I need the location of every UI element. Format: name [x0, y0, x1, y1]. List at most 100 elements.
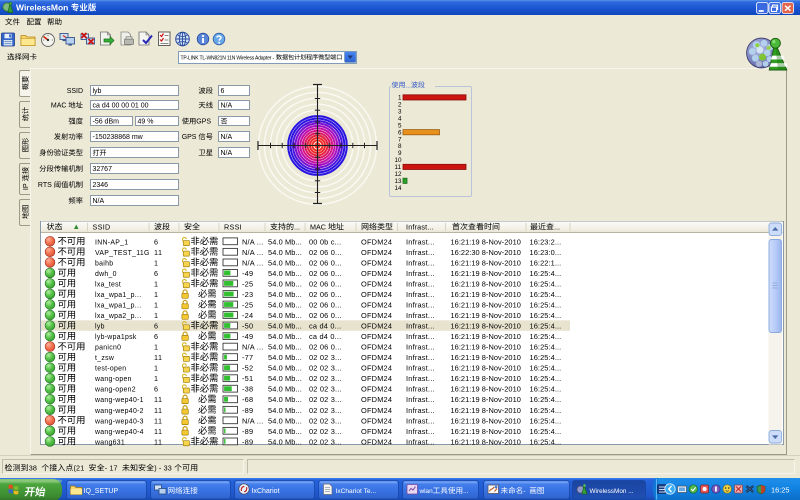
- svg-text:1: 1: [154, 364, 159, 373]
- svg-text:t_zsw: t_zsw: [95, 355, 114, 362]
- svg-text:16:25:4...: 16:25:4...: [530, 406, 562, 415]
- svg-text:Infrast...: Infrast...: [406, 290, 435, 299]
- svg-text:1: 1: [154, 343, 159, 352]
- svg-text:16:25:4...: 16:25:4...: [530, 385, 562, 394]
- svg-text:6: 6: [154, 237, 159, 246]
- svg-text:OFDM24: OFDM24: [361, 301, 392, 310]
- svg-text:6: 6: [154, 332, 159, 341]
- svg-text:16:25:4...: 16:25:4...: [530, 322, 562, 331]
- svg-text:16:25:4...: 16:25:4...: [530, 290, 562, 299]
- svg-text:1: 1: [154, 374, 159, 383]
- svg-text:54.0 Mb...: 54.0 Mb...: [268, 322, 302, 331]
- svg-text:16:21:19 8-Nov-2010: 16:21:19 8-Nov-2010: [451, 395, 521, 404]
- svg-text:02 02 3...: 02 02 3...: [309, 385, 342, 394]
- svg-text:OFDM24: OFDM24: [361, 269, 392, 278]
- svg-text:16:21:19 8-Nov-2010: 16:21:19 8-Nov-2010: [451, 237, 521, 246]
- svg-text:16:21:19 8-Nov-2010: 16:21:19 8-Nov-2010: [451, 269, 521, 278]
- svg-text:INN-AP_1: INN-AP_1: [95, 239, 128, 246]
- svg-text:16:25: 16:25: [771, 485, 790, 494]
- svg-text:54.0 Mb...: 54.0 Mb...: [268, 395, 302, 404]
- svg-text:54.0 Mb...: 54.0 Mb...: [268, 353, 302, 362]
- svg-text:16:21:19 8-Nov-2010: 16:21:19 8-Nov-2010: [451, 332, 521, 341]
- svg-text:11: 11: [395, 164, 402, 171]
- svg-text:test-open: test-open: [95, 366, 126, 373]
- svg-text:SSID: SSID: [67, 88, 83, 95]
- svg-text:RSSI: RSSI: [224, 223, 242, 232]
- svg-text:54.0 Mb...: 54.0 Mb...: [268, 237, 302, 246]
- svg-text:02 06 0...: 02 06 0...: [309, 311, 342, 320]
- svg-text:OFDM24: OFDM24: [361, 237, 392, 246]
- svg-text:wang-wep40-2: wang-wep40-2: [94, 408, 144, 415]
- svg-text:16:25:4...: 16:25:4...: [530, 427, 562, 436]
- svg-text:VAP_TEST_11G: VAP_TEST_11G: [95, 250, 150, 257]
- svg-text:wlan: wlan: [419, 488, 434, 495]
- svg-text:11: 11: [154, 395, 162, 404]
- svg-text:02 02 3...: 02 02 3...: [309, 374, 342, 383]
- svg-text:...: ...: [463, 488, 469, 495]
- svg-text:1: 1: [154, 301, 159, 310]
- svg-text:-50: -50: [242, 322, 253, 331]
- svg-text:lxa_wpa1_p...: lxa_wpa1_p...: [95, 303, 141, 310]
- svg-text:N/A: N/A: [221, 103, 233, 110]
- svg-text:-77: -77: [242, 353, 253, 362]
- svg-text:16:21:19 8-Nov-2010: 16:21:19 8-Nov-2010: [451, 311, 521, 320]
- svg-text:14: 14: [395, 185, 403, 192]
- svg-text:IP: IP: [21, 183, 30, 190]
- svg-text:OFDM24: OFDM24: [361, 332, 392, 341]
- svg-text:-24: -24: [242, 311, 253, 320]
- svg-text:N/A: N/A: [93, 198, 105, 205]
- svg-text:Infrast...: Infrast...: [406, 258, 435, 267]
- svg-text:lxa_wpa1_p...: lxa_wpa1_p...: [95, 292, 141, 299]
- svg-text:N/A: N/A: [221, 134, 233, 141]
- svg-text:54.0 Mb...: 54.0 Mb...: [268, 427, 302, 436]
- svg-text:54.0 Mb...: 54.0 Mb...: [268, 374, 302, 383]
- svg-text:9: 9: [398, 150, 402, 157]
- svg-text:54.0 Mb...: 54.0 Mb...: [268, 248, 302, 257]
- svg-text:-49: -49: [242, 269, 253, 278]
- svg-text:16:25:4...: 16:25:4...: [530, 269, 562, 278]
- svg-text:GPS: GPS: [182, 134, 197, 141]
- svg-text:16:21:19 8-Nov-2010: 16:21:19 8-Nov-2010: [451, 258, 521, 267]
- svg-text:11: 11: [154, 353, 162, 362]
- svg-text:SSID: SSID: [93, 223, 111, 232]
- svg-text:N/A ...: N/A ...: [242, 416, 264, 425]
- svg-text:Infrast...: Infrast...: [406, 374, 435, 383]
- svg-text:- 17: - 17: [105, 464, 118, 473]
- svg-text:OFDM24: OFDM24: [361, 385, 392, 394]
- svg-text:16:21:19 8-Nov-2010: 16:21:19 8-Nov-2010: [451, 301, 521, 310]
- svg-text:WirelessMon: WirelessMon: [16, 3, 68, 13]
- svg-text:ca d4 0...: ca d4 0...: [309, 322, 341, 331]
- svg-text:IxChariot: IxChariot: [252, 488, 280, 495]
- svg-text:16:25:4...: 16:25:4...: [530, 311, 562, 320]
- svg-text:16:22:1...: 16:22:1...: [530, 258, 562, 267]
- svg-text:IxChariot Te...: IxChariot Te...: [336, 488, 377, 495]
- svg-text:panicn0: panicn0: [95, 345, 121, 352]
- svg-text:OFDM24: OFDM24: [361, 364, 392, 373]
- svg-text:Infrast...: Infrast...: [406, 311, 435, 320]
- svg-text:54.0 Mb...: 54.0 Mb...: [268, 279, 302, 288]
- svg-text:6: 6: [398, 129, 402, 136]
- svg-text:1: 1: [398, 95, 402, 102]
- svg-text:11: 11: [154, 416, 162, 425]
- svg-text:54.0 Mb...: 54.0 Mb...: [268, 332, 302, 341]
- svg-text:16:25:4...: 16:25:4...: [530, 279, 562, 288]
- svg-text:ca d4 00 00 01 00: ca d4 00 00 01 00: [93, 103, 149, 110]
- svg-text:N/A ...: N/A ...: [242, 248, 264, 257]
- svg-text:GPS: GPS: [196, 119, 211, 126]
- svg-text:Infrast...: Infrast...: [406, 427, 435, 436]
- svg-text:Infrast...: Infrast...: [406, 353, 435, 362]
- svg-text:16:25:4...: 16:25:4...: [530, 353, 562, 362]
- svg-text:...: ...: [294, 223, 300, 232]
- svg-text:N/A ...: N/A ...: [242, 343, 264, 352]
- svg-text:lxa_test: lxa_test: [95, 281, 121, 288]
- svg-text:16:21:19 8-Nov-2010: 16:21:19 8-Nov-2010: [451, 353, 521, 362]
- svg-text:OFDM24: OFDM24: [361, 374, 392, 383]
- svg-text:OFDM24: OFDM24: [361, 311, 392, 320]
- svg-text:OFDM24: OFDM24: [361, 322, 392, 331]
- svg-text:54.0 Mb...: 54.0 Mb...: [268, 290, 302, 299]
- svg-text:54.0 Mb...: 54.0 Mb...: [268, 301, 302, 310]
- svg-text:02 06 0...: 02 06 0...: [309, 301, 342, 310]
- svg-text:lyb: lyb: [95, 324, 105, 331]
- svg-text:Infrast...: Infrast...: [406, 416, 435, 425]
- svg-text:Infrast...: Infrast...: [406, 279, 435, 288]
